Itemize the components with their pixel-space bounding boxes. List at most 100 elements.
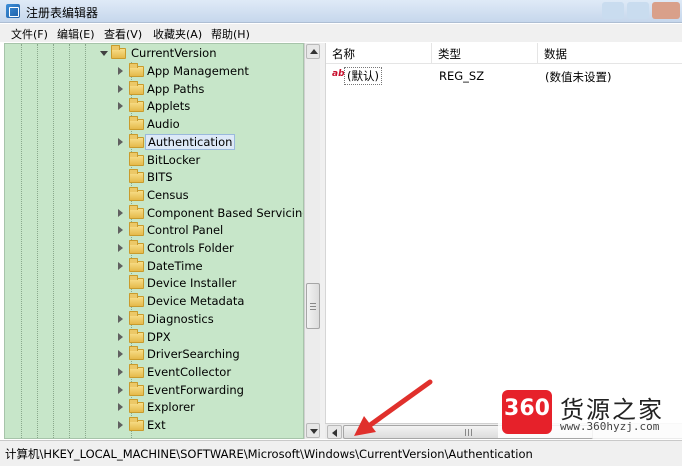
tree-node[interactable]: App Management [5, 62, 303, 80]
expand-icon[interactable] [118, 314, 123, 323]
scroll-down-button[interactable] [306, 423, 320, 438]
expand-icon[interactable] [118, 84, 123, 93]
tree-node[interactable]: BITS [5, 168, 303, 186]
folder-icon [129, 186, 144, 201]
tree-node[interactable]: BitLocker [5, 151, 303, 169]
tree-node[interactable]: App Paths [5, 80, 303, 98]
expand-icon[interactable] [118, 332, 123, 341]
expand-icon[interactable] [118, 67, 123, 75]
expand-icon[interactable] [118, 261, 123, 270]
folder-icon [129, 381, 144, 396]
column-header-name[interactable]: 名称 [326, 43, 432, 63]
tree-node-label: Ext [147, 418, 166, 432]
column-header-data[interactable]: 数据 [538, 43, 682, 63]
scroll-up-button[interactable] [306, 44, 320, 59]
collapse-icon[interactable] [100, 51, 108, 56]
expand-icon[interactable] [118, 385, 123, 394]
menu-edit[interactable]: 编辑(E) [57, 26, 95, 42]
menu-bar: 文件(F) 编辑(E) 查看(V) 收藏夹(A) 帮助(H) [0, 24, 682, 42]
tree-node-label: Diagnostics [147, 311, 214, 326]
scroll-thumb[interactable] [306, 283, 320, 329]
folder-open-icon [111, 45, 126, 59]
tree-node-authentication[interactable]: Authentication [5, 133, 303, 151]
status-bar: 计算机\HKEY_LOCAL_MACHINE\SOFTWARE\Microsof… [0, 440, 682, 466]
tree-node[interactable]: DriverSearching [5, 345, 303, 363]
expand-icon[interactable] [118, 208, 123, 217]
menu-view[interactable]: 查看(V) [104, 26, 142, 42]
expand-icon[interactable] [118, 226, 123, 235]
arrow-up-icon [310, 49, 318, 54]
tree-node-label: Control Panel [147, 223, 224, 238]
tree-node-label: Audio [147, 117, 180, 132]
tree-node-label-selected: Authentication [145, 133, 236, 150]
tree-node-currentversion[interactable]: CurrentVersion [5, 44, 303, 62]
tree-node[interactable]: Device Installer [5, 274, 303, 292]
registry-tree[interactable]: CurrentVersion App Management App Paths … [4, 43, 304, 439]
menu-help[interactable]: 帮助(H) [211, 26, 250, 42]
tree-node[interactable]: EventForwarding [5, 381, 303, 399]
tree-node-label: CurrentVersion [131, 46, 217, 60]
expand-icon[interactable] [118, 367, 123, 376]
tree-node[interactable]: Explorer [5, 398, 303, 416]
folder-icon [129, 222, 144, 237]
close-button[interactable] [652, 2, 680, 19]
tree-node[interactable]: DateTime [5, 257, 303, 275]
expand-icon[interactable] [118, 403, 123, 412]
tree-node[interactable]: Component Based Servicing [5, 204, 304, 222]
status-path: 计算机\HKEY_LOCAL_MACHINE\SOFTWARE\Microsof… [5, 447, 533, 461]
tree-node-label: DPX [147, 329, 171, 344]
maximize-button[interactable] [627, 2, 649, 19]
tree-vertical-scrollbar[interactable] [304, 43, 320, 439]
folder-icon [129, 204, 144, 219]
expand-icon[interactable] [118, 350, 123, 359]
expand-icon[interactable] [118, 244, 123, 252]
tree-node[interactable]: Census [5, 186, 303, 204]
tree-node-label: Component Based Servicing [147, 205, 304, 220]
tree-node[interactable]: Control Panel [5, 221, 303, 239]
folder-icon [129, 133, 144, 148]
tree-node[interactable]: EventCollector [5, 363, 303, 381]
folder-icon [129, 116, 144, 131]
tree-node[interactable]: Device Metadata [5, 292, 303, 310]
regedit-app-icon [6, 4, 20, 18]
tree-node[interactable]: Controls Folder [5, 239, 303, 257]
tree-node[interactable]: Applets [5, 97, 303, 115]
column-header-type[interactable]: 类型 [432, 43, 538, 63]
expand-icon[interactable] [118, 421, 123, 429]
tree-node-label: EventCollector [147, 364, 232, 379]
expand-icon[interactable] [118, 137, 123, 146]
expand-icon[interactable] [118, 102, 123, 111]
grip-line [310, 309, 316, 310]
tree-node[interactable]: Ext [5, 416, 303, 434]
arrow-down-icon [310, 429, 318, 434]
watermark: 360 货源之家 www.360hyzj.com [498, 388, 682, 438]
tree-node[interactable]: Diagnostics [5, 310, 303, 328]
arrow-left-icon [332, 429, 337, 437]
folder-icon [129, 363, 144, 378]
tree-node-label: Controls Folder [147, 241, 234, 255]
grip-line [310, 306, 316, 307]
tree-node-label: Applets [147, 99, 191, 114]
grip-line [465, 429, 466, 436]
tree-node[interactable]: DPX [5, 328, 303, 346]
value-data: (数值未设置) [545, 70, 612, 84]
tree-node-label: App Paths [147, 81, 205, 96]
folder-icon [129, 80, 144, 95]
tree-node-label: Census [147, 187, 189, 202]
tree-node-label: BITS [147, 170, 173, 185]
menu-file[interactable]: 文件(F) [11, 26, 48, 42]
folder-icon [129, 310, 144, 325]
grip-line [468, 429, 469, 436]
value-type: REG_SZ [439, 69, 485, 83]
minimize-button[interactable] [602, 2, 624, 19]
folder-icon [129, 399, 144, 414]
folder-icon [129, 328, 144, 343]
value-name-default[interactable]: (默认) [344, 67, 382, 85]
watermark-url: www.360hyzj.com [560, 420, 660, 433]
folder-icon [129, 275, 144, 290]
tree-node-label: Device Installer [147, 276, 237, 291]
tree-node[interactable]: Audio [5, 115, 303, 133]
grip-line [310, 303, 316, 304]
tree-node-label: BitLocker [147, 152, 201, 167]
menu-favorites[interactable]: 收藏夹(A) [153, 26, 202, 42]
